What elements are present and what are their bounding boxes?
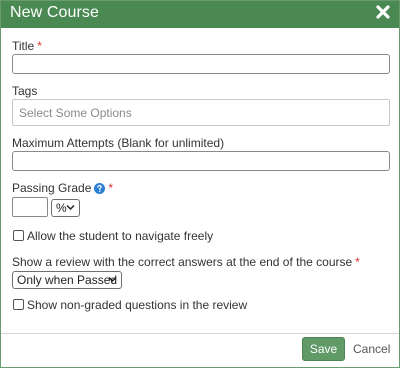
max-attempts-label: Maximum Attempts (Blank for unlimited) [12,136,225,150]
review-select[interactable]: Only when Passed [12,271,122,289]
passing-grade-label-text: Passing Grade [12,181,92,195]
required-mark: * [355,255,360,269]
cancel-button[interactable]: Cancel [353,342,390,356]
grade-unit-select[interactable]: % [51,199,80,217]
new-course-dialog: New Course Title* Tags Maximum Attempts … [0,0,400,368]
review-label-text: Show a review with the correct answers a… [12,255,353,269]
navigate-freely-label[interactable]: Allow the student to navigate freely [27,229,213,243]
required-mark: * [108,181,114,195]
non-graded-checkbox[interactable] [13,299,24,310]
title-label: Title * [12,39,42,53]
tags-search-input[interactable] [13,100,389,125]
chevron-down-icon [108,276,117,283]
navigate-freely-checkbox[interactable] [13,230,24,241]
question-circle-icon[interactable] [94,183,106,194]
review-select-value: Only when Passed [17,273,118,287]
max-attempts-input[interactable] [12,151,390,171]
save-button[interactable]: Save [302,337,345,361]
title-input[interactable] [12,54,390,74]
review-label: Show a review with the correct answers a… [12,255,360,269]
required-mark: * [37,39,42,53]
close-icon[interactable] [375,4,391,20]
chevron-down-icon [66,204,75,211]
tags-label: Tags [12,84,38,98]
passing-grade-input[interactable] [12,197,48,217]
footer-divider [1,333,399,334]
dialog-titlebar: New Course [1,1,399,28]
tags-multiselect[interactable] [12,99,390,126]
dialog-title: New Course [10,4,100,21]
non-graded-label[interactable]: Show non-graded questions in the review [27,298,247,312]
passing-grade-label: Passing Grade * [12,181,113,195]
title-label-text: Title [12,39,35,53]
